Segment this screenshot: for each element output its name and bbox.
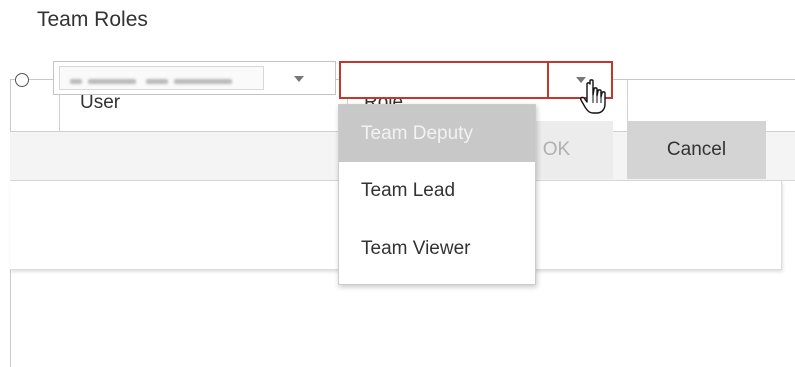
redacted-text: [174, 79, 232, 84]
row-select-radio[interactable]: [15, 73, 29, 87]
redacted-text: [70, 79, 82, 84]
redacted-text: [146, 79, 168, 84]
role-option-team-viewer[interactable]: Team Viewer: [339, 221, 535, 277]
user-select[interactable]: [53, 61, 336, 95]
column-header-user[interactable]: User: [80, 92, 120, 114]
hand-pointer-icon: [580, 79, 606, 114]
user-value-redacted: [59, 66, 264, 90]
role-dropdown: Team Deputy Team Lead Team Viewer: [338, 104, 536, 285]
role-option-team-deputy[interactable]: Team Deputy: [339, 105, 535, 162]
section-title: Team Roles: [37, 8, 148, 31]
chevron-down-icon[interactable]: [294, 76, 304, 82]
redacted-text: [88, 79, 136, 84]
cancel-button[interactable]: Cancel: [627, 121, 766, 179]
role-select-divider: [547, 63, 549, 97]
role-select[interactable]: [339, 61, 613, 99]
role-option-team-lead[interactable]: Team Lead: [339, 163, 535, 219]
